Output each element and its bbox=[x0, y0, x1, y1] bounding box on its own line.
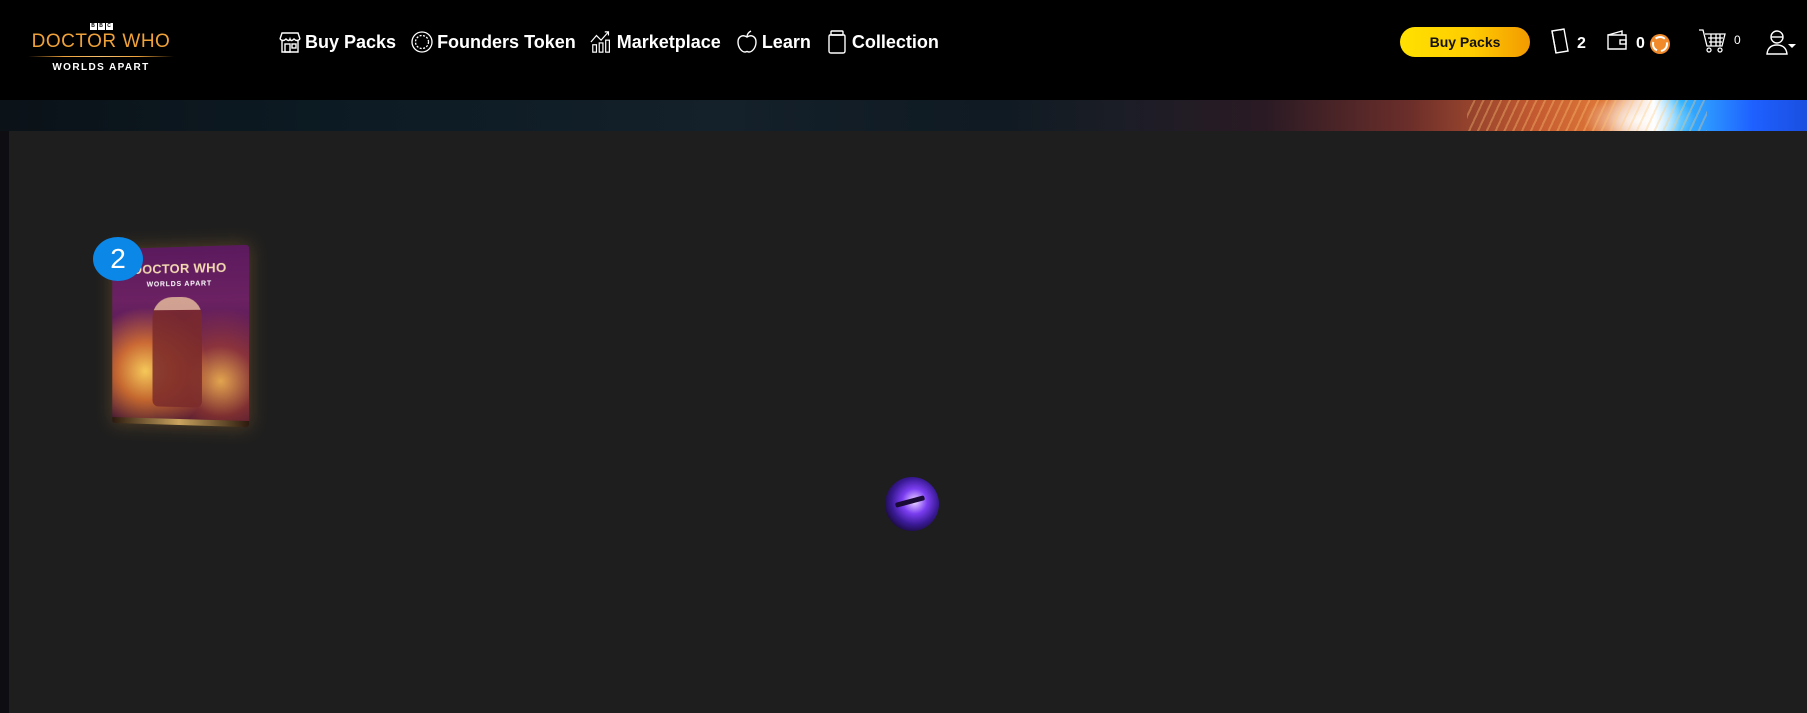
hero-banner-strip bbox=[0, 100, 1807, 131]
chevron-down-icon bbox=[1788, 36, 1796, 54]
cart-count: 0 bbox=[1734, 33, 1741, 47]
store-icon bbox=[278, 30, 302, 54]
wallet-indicator[interactable]: 0 bbox=[1606, 30, 1671, 57]
doctor-who-worlds-apart-logo[interactable]: B B C DOCTOR WHO WORLDS APART bbox=[28, 14, 174, 74]
nav-marketplace[interactable]: Marketplace bbox=[590, 30, 721, 54]
left-edge bbox=[0, 131, 9, 713]
wallet-icon bbox=[1606, 30, 1630, 57]
pack-base bbox=[112, 417, 249, 427]
nav-collection[interactable]: Collection bbox=[825, 30, 939, 54]
pack-subtitle: WORLDS APART bbox=[112, 280, 249, 289]
collection-content-area bbox=[9, 131, 1807, 713]
pack-doctor-figure bbox=[153, 297, 202, 408]
bbc-letter: C bbox=[106, 23, 113, 30]
cart-indicator[interactable]: 0 bbox=[1698, 28, 1741, 59]
buy-packs-button[interactable]: Buy Packs bbox=[1400, 27, 1530, 57]
loading-spinner-icon bbox=[885, 477, 939, 531]
account-menu[interactable] bbox=[1766, 29, 1796, 60]
top-header: B B C DOCTOR WHO WORLDS APART Buy Packs bbox=[0, 0, 1807, 100]
pack-quantity-badge: 2 bbox=[93, 237, 143, 281]
cart-icon bbox=[1698, 28, 1726, 59]
nav-learn[interactable]: Learn bbox=[735, 30, 811, 54]
pack-card[interactable]: 2 DOCTOR WHO WORLDS APART bbox=[100, 237, 260, 442]
logo-divider bbox=[28, 56, 174, 57]
main-nav: Buy Packs Founders Token Marketplace Lea… bbox=[278, 27, 953, 57]
nav-label: Learn bbox=[762, 32, 811, 53]
bbc-letter: B bbox=[98, 23, 105, 30]
nav-label: Founders Token bbox=[437, 32, 576, 53]
collection-jar-icon bbox=[825, 30, 849, 54]
apple-icon bbox=[735, 30, 759, 54]
nav-buy-packs[interactable]: Buy Packs bbox=[278, 30, 396, 54]
token-icon bbox=[410, 30, 434, 54]
marketplace-chart-icon bbox=[590, 30, 614, 54]
logo-subtitle: WORLDS APART bbox=[28, 62, 174, 73]
logo-title: DOCTOR WHO bbox=[28, 32, 174, 52]
nav-label: Buy Packs bbox=[305, 32, 396, 53]
nav-label: Marketplace bbox=[617, 32, 721, 53]
nav-founders-token[interactable]: Founders Token bbox=[410, 30, 576, 54]
nav-label: Collection bbox=[852, 32, 939, 53]
wallet-balance: 0 bbox=[1636, 35, 1645, 53]
coin-icon bbox=[1649, 33, 1671, 55]
banner-light-rays bbox=[1467, 100, 1707, 131]
packs-count: 2 bbox=[1577, 35, 1586, 53]
pack-icon bbox=[1549, 27, 1571, 60]
packs-indicator[interactable]: 2 bbox=[1549, 27, 1586, 60]
bbc-logo: B B C bbox=[90, 23, 113, 30]
user-icon bbox=[1766, 29, 1788, 60]
bbc-letter: B bbox=[90, 23, 97, 30]
